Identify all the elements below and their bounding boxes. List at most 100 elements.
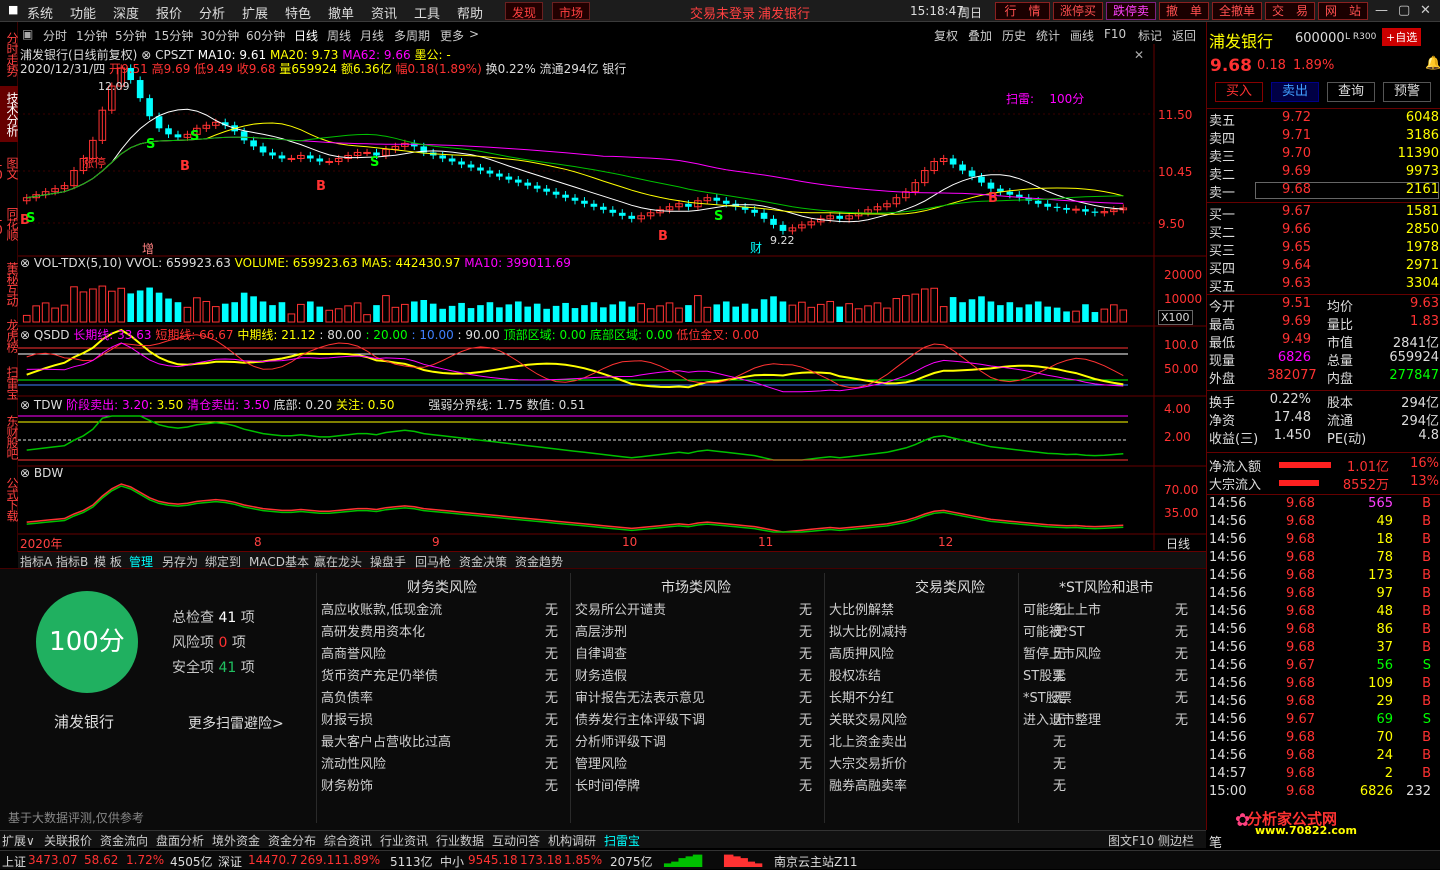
risk-item[interactable]: 高负债率: [321, 687, 373, 706]
tab-graphic10[interactable]: 图文10: [0, 146, 19, 190]
f10-button[interactable]: F10: [1104, 27, 1126, 41]
risk-item[interactable]: 债券发行主体评级下调: [575, 709, 705, 728]
tab-formula[interactable]: 公式下载: [0, 470, 19, 528]
buy-button[interactable]: 买入: [1215, 82, 1263, 102]
menu-item[interactable]: 系统: [27, 3, 53, 22]
query-button[interactable]: 查询: [1327, 82, 1375, 102]
chart-svg[interactable]: BSBSBSBSBS: [18, 44, 1206, 550]
menu-item[interactable]: 深度: [113, 3, 139, 22]
more-scan-link[interactable]: 更多扫雷避险>: [188, 713, 284, 733]
add-watchlist-button[interactable]: +自选: [1382, 28, 1422, 46]
sell-button[interactable]: 卖出: [1271, 82, 1319, 102]
risk-item[interactable]: 高研发费用资本化: [321, 621, 425, 640]
risk-item[interactable]: *ST股票: [1023, 687, 1072, 706]
sidebar-button[interactable]: 侧边栏: [1158, 832, 1194, 849]
risk-item[interactable]: 财报亏损: [321, 709, 373, 728]
function-tab[interactable]: 盘面分析: [156, 832, 204, 849]
function-tab[interactable]: 行业资讯: [380, 832, 428, 849]
website-button[interactable]: 网 站: [1318, 2, 1368, 20]
menu-item[interactable]: 资讯: [371, 3, 397, 22]
menu-item[interactable]: 工具: [414, 3, 440, 22]
tab-scan[interactable]: 扫雷宝: [0, 360, 19, 404]
tick-mode-tab[interactable]: 笔: [1209, 832, 1222, 851]
app-icon[interactable]: ■: [8, 3, 18, 16]
function-tab[interactable]: 互动问答: [492, 832, 540, 849]
risk-item[interactable]: 交易所公开谴责: [575, 599, 666, 618]
tab-market[interactable]: 市场: [552, 2, 591, 20]
risk-item[interactable]: 最大客户占营收比过高: [321, 731, 451, 750]
cancel-order-button[interactable]: 撤 单: [1159, 2, 1209, 20]
period-tab[interactable]: 1分钟: [76, 27, 108, 44]
risk-item[interactable]: 大宗交易折价: [829, 753, 907, 772]
menu-item[interactable]: 分析: [199, 3, 225, 22]
period-tab[interactable]: 周线: [327, 27, 351, 44]
limit-down-sell-button[interactable]: 跌停卖: [1106, 2, 1156, 20]
vol-icon[interactable]: ⊗: [20, 256, 30, 270]
menu-item[interactable]: 特色: [285, 3, 311, 22]
function-tab[interactable]: 综合资讯: [324, 832, 372, 849]
menu-item[interactable]: 报价: [156, 3, 182, 22]
function-tab-active[interactable]: 扫雷宝: [604, 832, 640, 849]
risk-item[interactable]: 北上资金卖出: [829, 731, 907, 750]
function-tab[interactable]: 机构调研: [548, 832, 596, 849]
sh-index[interactable]: 3473.07: [28, 853, 78, 867]
vol-unit[interactable]: X100: [1158, 310, 1193, 325]
draw-button[interactable]: 画线: [1070, 27, 1094, 44]
risk-item[interactable]: 进入退市整理: [1023, 709, 1101, 728]
menu-item[interactable]: 帮助: [457, 3, 483, 22]
quote-button[interactable]: 行 情: [995, 2, 1050, 20]
zx-index[interactable]: 9545.18: [468, 853, 518, 867]
risk-item[interactable]: 拟大比例减持: [829, 621, 907, 640]
function-tab[interactable]: 扩展∨: [2, 832, 35, 849]
risk-item[interactable]: 高应收账款,低现金流: [321, 599, 442, 618]
alert-button[interactable]: 预警: [1383, 82, 1431, 102]
menu-item[interactable]: 功能: [70, 3, 96, 22]
menu-item[interactable]: 撤单: [328, 3, 354, 22]
graphic-f10-button[interactable]: 图文F10: [1108, 832, 1154, 849]
close-icon[interactable]: ✕: [1420, 3, 1431, 18]
tab-technical[interactable]: 技术分析: [0, 86, 19, 142]
risk-item[interactable]: 货币资产充足仍举债: [321, 665, 438, 684]
tab-ths10[interactable]: 同花顺10: [0, 194, 19, 252]
period-tab[interactable]: 多周期: [394, 27, 430, 44]
limit-up-buy-button[interactable]: 涨停买: [1053, 2, 1103, 20]
bell-icon[interactable]: 🔔: [1425, 56, 1440, 71]
history-button[interactable]: 历史: [1002, 27, 1026, 44]
chevron-right-icon[interactable]: >: [469, 27, 479, 41]
login-status[interactable]: 交易未登录: [690, 3, 755, 22]
risk-item[interactable]: 高商誉风险: [321, 643, 386, 662]
risk-item[interactable]: 分析师评级下调: [575, 731, 666, 750]
minimize-icon[interactable]: —: [1375, 3, 1388, 18]
trade-button[interactable]: 交 易: [1265, 2, 1315, 20]
period-tab[interactable]: 30分钟: [200, 27, 239, 44]
period-tab[interactable]: 60分钟: [246, 27, 285, 44]
risk-item[interactable]: 长时间停牌: [575, 775, 640, 794]
maximize-icon[interactable]: ▢: [1398, 3, 1410, 18]
period-tab[interactable]: 更多: [440, 27, 464, 44]
risk-item[interactable]: 可能终止上市: [1023, 599, 1101, 618]
mark-button[interactable]: 标记: [1138, 27, 1162, 44]
risk-item[interactable]: 审计报告无法表示意见: [575, 687, 705, 706]
overlay-button[interactable]: 叠加: [968, 27, 992, 44]
period-label[interactable]: 日线: [1166, 535, 1190, 552]
tab-timeshare[interactable]: 分时走势: [0, 26, 19, 82]
tab-forum[interactable]: 东财股吧: [0, 408, 19, 466]
function-tab[interactable]: 行业数据: [436, 832, 484, 849]
function-tab[interactable]: 关联报价: [44, 832, 92, 849]
tab-dragon-tiger[interactable]: 龙虎榜: [0, 314, 19, 356]
risk-item[interactable]: 流动性风险: [321, 753, 386, 772]
menu-item[interactable]: 扩展: [242, 3, 268, 22]
close-pane-icon[interactable]: ✕: [1134, 48, 1144, 62]
period-tab[interactable]: 15分钟: [154, 27, 193, 44]
period-tab-active[interactable]: 日线: [294, 27, 318, 44]
toolbar-icon[interactable]: ▣: [22, 27, 33, 41]
risk-item[interactable]: 暂停上市风险: [1023, 643, 1101, 662]
bdw-icon[interactable]: ⊗: [20, 466, 30, 480]
function-tab[interactable]: 资金分布: [268, 832, 316, 849]
risk-item[interactable]: 财务造假: [575, 665, 627, 684]
risk-item[interactable]: 长期不分红: [829, 687, 894, 706]
risk-item[interactable]: 高质押风险: [829, 643, 894, 662]
risk-item[interactable]: 融券高融卖率: [829, 775, 907, 794]
risk-item[interactable]: 股权冻结: [829, 665, 881, 684]
period-tab[interactable]: 月线: [360, 27, 384, 44]
